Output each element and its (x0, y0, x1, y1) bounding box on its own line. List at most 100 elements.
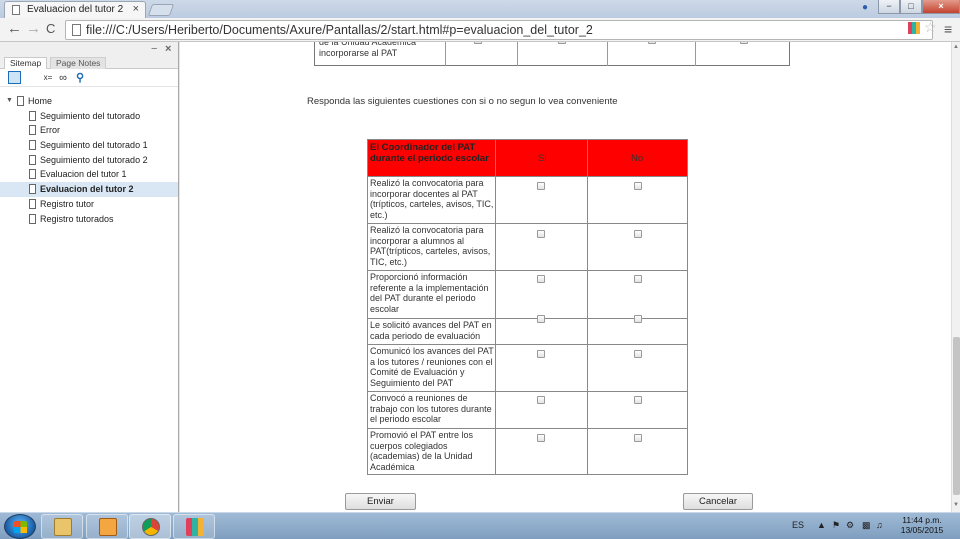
address-bar[interactable]: file:///C:/Users/Heriberto/Documents/Axu… (65, 20, 933, 40)
sidebar-item-page[interactable]: Seguimiento del tutorado 2 (0, 153, 178, 168)
highlight-icon[interactable] (25, 72, 37, 84)
windows-logo-icon (14, 521, 27, 533)
sitemap-sidebar: − × Sitemap Page Notes x= ∞ ⚲ ▼ Home Seg… (0, 42, 179, 512)
windows-taskbar: ES ▲ ⚑ ⚙ ▩ ♫ 11:44 p.m. 13/05/2015 (0, 512, 960, 539)
link-icon[interactable]: ∞ (57, 72, 69, 84)
checkbox-no[interactable] (634, 182, 642, 190)
checkbox-no[interactable] (634, 350, 642, 358)
checkbox-si[interactable] (537, 275, 545, 283)
tab-close-icon[interactable]: × (133, 2, 139, 17)
volume-icon[interactable]: ♫ (876, 520, 883, 530)
folder-icon (54, 518, 72, 536)
taskbar-explorer[interactable] (41, 514, 83, 539)
table-row: Realizó la convocatoria para incorporar … (368, 223, 687, 270)
minimize-button[interactable]: − (878, 0, 900, 14)
flag-icon[interactable]: ⚑ (832, 520, 840, 531)
user-icon[interactable]: ● (862, 2, 872, 14)
forward-button[interactable]: → (26, 21, 41, 37)
taskbar-chrome[interactable] (129, 514, 171, 539)
vertical-scrollbar[interactable]: ▲ ▼ (951, 42, 960, 512)
checkbox-si[interactable] (537, 230, 545, 238)
sidebar-item-label: Registro tutor (40, 198, 95, 209)
scroll-down-icon[interactable]: ▼ (953, 502, 959, 508)
page-icon (29, 169, 36, 180)
checkbox[interactable] (474, 42, 482, 44)
search-icon[interactable]: ⚲ (74, 72, 86, 84)
header-label: El Coordinador del PAT durante el period… (370, 142, 489, 164)
sidebar-item-page[interactable]: Registro tutor (0, 197, 178, 212)
sidebar-item-home[interactable]: ▼ Home (0, 94, 178, 109)
maximize-button[interactable]: □ (900, 0, 922, 14)
axure-icon (186, 518, 204, 536)
sidebar-item-label: Error (40, 125, 60, 136)
taskbar-media-player[interactable] (86, 514, 128, 539)
page-links-icon[interactable] (8, 71, 21, 84)
show-hidden-icons[interactable]: ▲ (817, 520, 826, 530)
page-icon (12, 5, 20, 15)
close-window-button[interactable]: × (922, 0, 960, 14)
question-text: Convocó a reuniones de trabajo con los t… (370, 393, 492, 425)
sidebar-item-page[interactable]: Registro tutorados (0, 212, 178, 227)
checkbox-no[interactable] (634, 230, 642, 238)
checkbox-si[interactable] (537, 350, 545, 358)
system-clock[interactable]: 11:44 p.m. 13/05/2015 (892, 515, 952, 535)
scroll-up-icon[interactable]: ▲ (953, 44, 959, 50)
bookmark-star-icon[interactable]: ☆ (924, 19, 937, 36)
settings-icon[interactable]: ⚙ (846, 520, 854, 531)
tab-title: Evaluacion del tutor 2 (27, 4, 124, 15)
sitemap-tree: ▼ Home Seguimiento del tutorado Error Segu… (0, 94, 178, 226)
checkbox-si[interactable] (537, 315, 545, 323)
sidebar-item-page[interactable]: Seguimiento del tutorado 1 (0, 138, 178, 153)
checkbox[interactable] (648, 42, 656, 44)
question-text: Promovió el PAT entre los cuerpos colegi… (370, 430, 474, 472)
instructions-text: Responda las siguientes cuestiones con s… (307, 96, 618, 107)
sidebar-item-label: Registro tutorados (40, 213, 114, 224)
sidebar-header: − × Sitemap Page Notes (0, 42, 178, 69)
menu-icon[interactable]: ≡ (944, 21, 952, 37)
sidebar-item-page[interactable]: Evaluacion del tutor 1 (0, 167, 178, 182)
sidebar-item-label: Seguimiento del tutorado (40, 110, 141, 121)
checkbox-no[interactable] (634, 315, 642, 323)
cancel-button[interactable]: Cancelar (683, 493, 753, 510)
question-text: Realizó la convocatoria para incorporar … (370, 178, 494, 220)
checkbox-si[interactable] (537, 434, 545, 442)
column-divider (587, 140, 588, 474)
checkbox-no[interactable] (634, 275, 642, 283)
top-row-text: de la Unidad Académica incorporarse al P… (319, 42, 417, 58)
checkbox[interactable] (558, 42, 566, 44)
network-icon[interactable]: ▩ (862, 520, 871, 531)
tab-page-notes[interactable]: Page Notes (50, 57, 107, 69)
checkbox-si[interactable] (537, 396, 545, 404)
page-icon (72, 24, 81, 36)
new-tab-button[interactable] (147, 4, 175, 16)
sidebar-item-label: Evaluacion del tutor 1 (40, 169, 127, 180)
page-icon (29, 140, 36, 151)
scrollbar-thumb[interactable] (953, 337, 960, 495)
variables-icon[interactable]: x= (42, 72, 54, 84)
checkbox-si[interactable] (537, 182, 545, 190)
sidebar-item-page[interactable]: Evaluacion del tutor 2 (0, 182, 178, 197)
checkbox[interactable] (740, 42, 748, 44)
reload-button[interactable]: C (46, 21, 55, 37)
tab-sitemap[interactable]: Sitemap (4, 57, 48, 69)
sidebar-item-page[interactable]: Seguimiento del tutorado (0, 109, 178, 124)
checkbox-no[interactable] (634, 396, 642, 404)
sidebar-minimize-icon[interactable]: − (151, 43, 157, 55)
start-button[interactable] (4, 514, 36, 539)
axure-extension-icon[interactable] (908, 22, 920, 34)
language-indicator[interactable]: ES (792, 520, 804, 530)
sidebar-close-icon[interactable]: × (165, 43, 171, 55)
submit-button[interactable]: Enviar (345, 493, 416, 510)
page-icon (17, 96, 24, 106)
checkbox-no[interactable] (634, 434, 642, 442)
back-button[interactable]: ← (7, 21, 22, 37)
table-row: Comunicó los avances del PAT a los tutor… (368, 344, 687, 391)
collapse-caret-icon[interactable]: ▼ (6, 94, 13, 109)
evaluation-table: El Coordinador del PAT durante el period… (367, 139, 688, 475)
sidebar-item-page[interactable]: Error (0, 123, 178, 138)
url-text: file:///C:/Users/Heriberto/Documents/Axu… (86, 23, 593, 37)
sidebar-item-label: Home (28, 96, 53, 106)
page-icon (29, 213, 36, 224)
browser-tab[interactable]: Evaluacion del tutor 2 × (4, 1, 146, 18)
taskbar-axure[interactable] (173, 514, 215, 539)
